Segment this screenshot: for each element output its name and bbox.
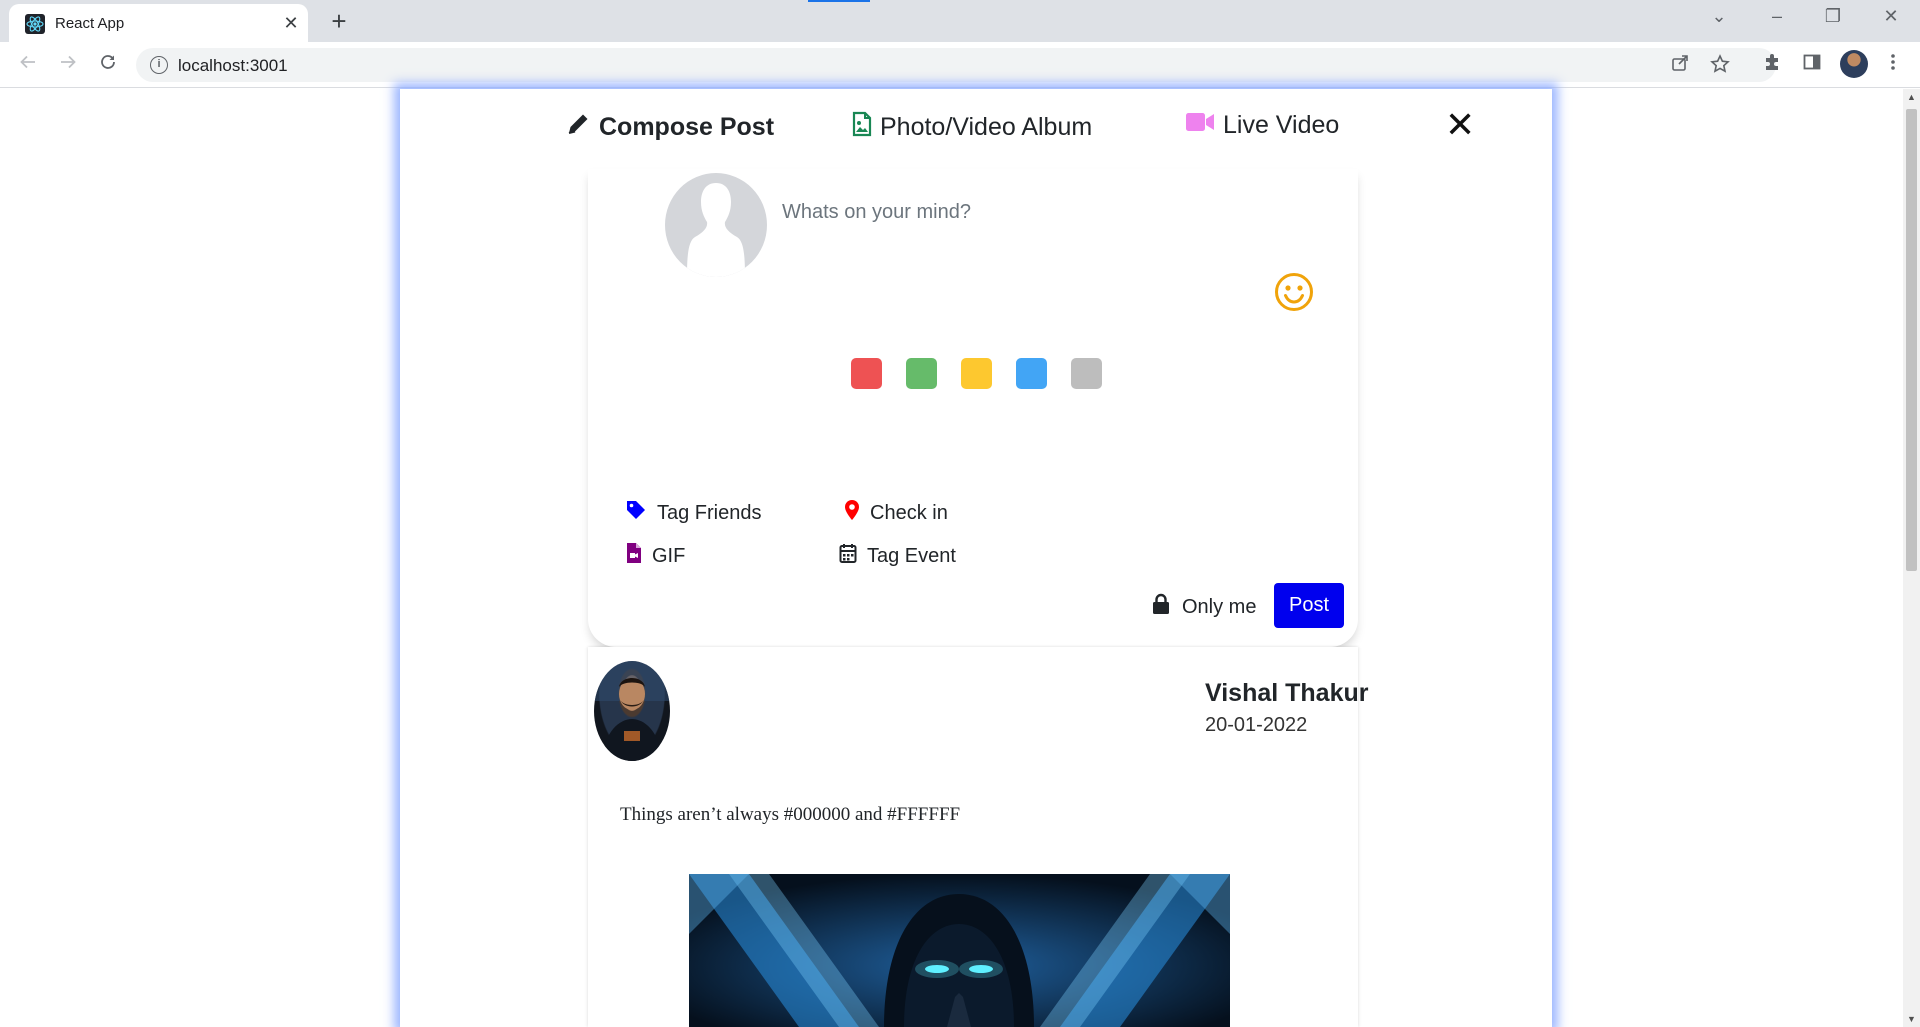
tab-label: Compose Post [599,113,775,141]
window-close-icon[interactable]: ✕ [1876,6,1906,27]
tab-title: React App [55,15,125,32]
file-image-icon [852,111,872,144]
tab-close-icon[interactable]: ✕ [280,12,302,34]
tab-photo-video-album[interactable]: Photo/Video Album [852,111,1092,144]
pencil-icon [565,111,591,144]
tab-search-chevron-icon[interactable]: ⌄ [1704,6,1734,27]
address-bar[interactable]: i localhost:3001 [136,48,1776,82]
check-in-option[interactable]: Check in [844,499,948,527]
background-swatch-green[interactable] [906,358,937,389]
menu-dots-icon[interactable] [1880,52,1906,78]
browser-tab-strip: React App ✕ + ⌄ – ❐ ✕ [0,0,1920,42]
video-camera-icon [1185,111,1215,140]
tag-icon [625,499,647,527]
minimize-icon[interactable]: – [1762,6,1792,27]
background-swatch-yellow[interactable] [961,358,992,389]
option-label: GIF [652,544,686,567]
map-pin-icon [844,499,860,527]
page-scrollbar[interactable]: ▲ ▼ [1903,89,1920,1027]
share-icon[interactable] [1668,54,1692,77]
compose-card: Tag Friends Check in GIF Tag Event [588,169,1358,647]
post-button[interactable]: Post [1274,583,1344,628]
forward-arrow-icon[interactable] [54,51,82,79]
new-tab-button[interactable]: + [325,7,353,35]
browser-toolbar: i localhost:3001 [0,42,1920,88]
calendar-icon [839,542,857,570]
background-swatch-red[interactable] [851,358,882,389]
scroll-up-arrow-icon[interactable]: ▲ [1907,92,1916,102]
background-swatch-gray[interactable] [1071,358,1102,389]
address-url[interactable]: localhost:3001 [178,56,288,76]
lock-icon [1152,593,1170,621]
feed-post: Vishal Thakur 20-01-2022 Things aren’t a… [588,647,1369,1027]
create-post-modal: Compose Post Photo/Video Album Live Vide… [400,89,1552,1027]
restore-icon[interactable]: ❐ [1818,6,1848,27]
option-label: Check in [870,501,948,524]
react-favicon-icon [25,14,45,34]
scrollbar-thumb[interactable] [1906,109,1917,571]
browser-tab[interactable]: React App ✕ [9,4,308,42]
option-label: Tag Friends [657,501,762,524]
tag-event-option[interactable]: Tag Event [839,542,956,570]
back-arrow-icon[interactable] [14,51,42,79]
tab-label: Photo/Video Album [880,113,1093,141]
privacy-selector[interactable]: Only me [1152,593,1256,621]
post-image[interactable] [689,874,1230,1027]
modal-tab-bar: Compose Post Photo/Video Album Live Vide… [400,111,1552,147]
tab-compose-post[interactable]: Compose Post [565,111,774,144]
file-video-icon [626,542,642,570]
post-text-input[interactable] [782,195,1302,229]
default-avatar [665,173,767,277]
profile-avatar[interactable] [1840,50,1868,78]
background-swatch-blue[interactable] [1016,358,1047,389]
tab-label: Live Video [1223,111,1340,139]
page-viewport: Compose Post Photo/Video Album Live Vide… [0,89,1920,1027]
site-info-icon[interactable]: i [150,56,168,74]
author-avatar [594,661,670,761]
scroll-down-arrow-icon[interactable]: ▼ [1907,1014,1916,1024]
tab-live-video[interactable]: Live Video [1185,111,1339,140]
emoji-smiley-icon[interactable] [1274,272,1314,317]
post-date: 20-01-2022 [1205,714,1308,736]
extensions-icon[interactable] [1759,52,1785,78]
privacy-label: Only me [1182,595,1257,618]
close-modal-icon[interactable]: ✕ [1445,107,1475,143]
gif-option[interactable]: GIF [626,542,685,570]
post-author-name[interactable]: Vishal Thakur [1205,679,1369,708]
post-body-text: Things aren’t always #000000 and #FFFFFF [620,804,961,825]
option-label: Tag Event [867,544,956,567]
side-panel-icon[interactable] [1799,52,1825,78]
tab-strip-indicator [808,0,870,2]
reload-icon[interactable] [94,51,122,79]
bookmark-star-icon[interactable] [1708,54,1732,79]
tag-friends-option[interactable]: Tag Friends [625,499,762,527]
